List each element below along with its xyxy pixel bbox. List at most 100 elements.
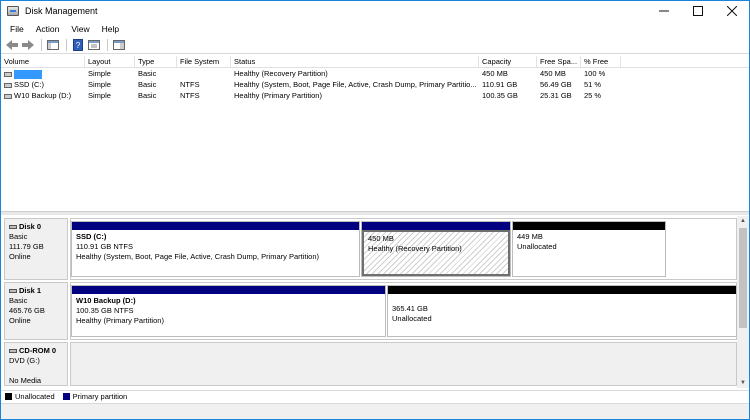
partition-w10-backup-d[interactable]: W10 Backup (D:) 100.35 GB NTFS Healthy (… xyxy=(71,285,386,337)
partition-size: 450 MB xyxy=(368,234,394,243)
disk-1-type: Basic xyxy=(9,296,28,305)
close-button[interactable] xyxy=(715,1,749,21)
partition-status: Unallocated xyxy=(517,242,557,251)
disk-1-label[interactable]: Disk 1 Basic 465.76 GB Online xyxy=(4,282,68,340)
partition-status: Unallocated xyxy=(392,314,432,323)
disk-management-icon xyxy=(7,6,19,16)
table-row[interactable]: W10 Backup (D:) Simple Basic NTFS Health… xyxy=(1,90,749,101)
graphical-disk-view: Disk 0 Basic 111.79 GB Online SSD (C:) 1… xyxy=(4,216,737,388)
partition-title: SSD (C:) xyxy=(76,232,107,241)
volume-icon xyxy=(4,82,12,88)
unallocated-bar xyxy=(388,286,736,294)
svg-text:?: ? xyxy=(76,41,81,50)
pane-splitter[interactable] xyxy=(1,211,749,215)
scroll-up-button[interactable]: ▲ xyxy=(737,216,749,226)
free-space-cell: 56.49 GB xyxy=(540,80,572,89)
show-hide-action-pane-button[interactable] xyxy=(112,38,126,52)
disk-1-state: Online xyxy=(9,316,31,325)
volume-cell: SSD (C:) xyxy=(1,79,85,90)
volume-name: W10 Backup (D:) xyxy=(14,91,72,100)
column-volume[interactable]: Volume xyxy=(1,56,85,67)
partition-size: 100.35 GB NTFS xyxy=(76,306,134,315)
disk-icon xyxy=(9,289,17,293)
menu-help[interactable]: Help xyxy=(96,24,125,34)
status-cell: Healthy (System, Boot, Page File, Active… xyxy=(234,80,477,89)
capacity-cell: 110.91 GB xyxy=(482,80,518,89)
volume-list: Simple Basic Healthy (Recovery Partition… xyxy=(1,68,749,101)
window-title: Disk Management xyxy=(25,6,98,16)
disk-1-name: Disk 1 xyxy=(9,286,63,296)
disk-1-partitions: W10 Backup (D:) 100.35 GB NTFS Healthy (… xyxy=(70,282,737,340)
minimize-button[interactable] xyxy=(647,1,681,21)
menu-view[interactable]: View xyxy=(65,24,95,34)
toolbar-separator xyxy=(66,38,67,51)
partition-legend: Unallocated Primary partition xyxy=(1,390,749,402)
percent-free-cell: 51 % xyxy=(584,80,602,89)
cdrom-0-name: CD-ROM 0 xyxy=(9,346,63,356)
close-icon xyxy=(727,6,737,16)
status-cell: Healthy (Primary Partition) xyxy=(234,91,322,100)
primary-partition-swatch xyxy=(62,393,70,400)
type-cell: Basic xyxy=(138,91,157,100)
partition-size: 110.91 GB NTFS xyxy=(76,242,133,251)
legend-unallocated: Unallocated xyxy=(15,392,55,401)
partition-unallocated-disk0[interactable]: 449 MB Unallocated xyxy=(512,221,666,277)
toolbar-separator xyxy=(107,38,108,51)
help-button[interactable]: ? xyxy=(71,38,85,52)
disk-0-row: Disk 0 Basic 111.79 GB Online SSD (C:) 1… xyxy=(4,218,737,280)
disk-0-name: Disk 0 xyxy=(9,222,63,232)
maximize-button[interactable] xyxy=(681,1,715,21)
unallocated-swatch xyxy=(5,393,12,400)
forward-arrow-icon xyxy=(22,39,34,50)
cdrom-0-state: No Media xyxy=(9,376,42,385)
unallocated-bar xyxy=(513,222,665,230)
partition-status: Healthy (Recovery Partition) xyxy=(368,244,462,253)
back-button[interactable] xyxy=(5,38,19,52)
table-row[interactable]: Simple Basic Healthy (Recovery Partition… xyxy=(1,68,749,79)
partition-recovery[interactable]: 450 MB Healthy (Recovery Partition) xyxy=(361,221,511,277)
disk-1-size: 465.76 GB xyxy=(9,306,45,315)
file-system-cell: NTFS xyxy=(180,80,200,89)
layout-cell: Simple xyxy=(88,91,111,100)
window-controls xyxy=(647,1,749,21)
column-layout[interactable]: Layout xyxy=(85,56,135,67)
volume-list-header: Volume Layout Type File System Status Ca… xyxy=(1,56,749,68)
cdrom-0-label[interactable]: CD-ROM 0 DVD (G:) No Media xyxy=(4,342,68,386)
type-cell: Basic xyxy=(138,69,157,78)
column-file-system[interactable]: File System xyxy=(177,56,231,67)
volume-cell xyxy=(1,68,85,79)
partition-ssd-c[interactable]: SSD (C:) 110.91 GB NTFS Healthy (System,… xyxy=(71,221,360,277)
partition-unallocated-disk1[interactable]: 365.41 GB Unallocated xyxy=(387,285,737,337)
column-capacity[interactable]: Capacity xyxy=(479,56,537,67)
free-space-cell: 25.31 GB xyxy=(540,91,572,100)
properties-button[interactable] xyxy=(87,38,101,52)
menu-action[interactable]: Action xyxy=(30,24,66,34)
disk-0-size: 111.79 GB xyxy=(9,242,44,251)
forward-button[interactable] xyxy=(21,38,35,52)
volume-name: SSD (C:) xyxy=(14,80,44,89)
partition-title: W10 Backup (D:) xyxy=(76,296,136,305)
console-tree-icon xyxy=(47,39,59,50)
layout-cell: Simple xyxy=(88,80,111,89)
graphical-view-scrollbar[interactable]: ▲ ▼ xyxy=(737,216,749,388)
cdrom-0-row: CD-ROM 0 DVD (G:) No Media xyxy=(4,342,737,386)
column-percent-free[interactable]: % Free xyxy=(581,56,621,67)
scroll-down-button[interactable]: ▼ xyxy=(737,378,749,388)
menu-file[interactable]: File xyxy=(4,24,30,34)
table-row[interactable]: SSD (C:) Simple Basic NTFS Healthy (Syst… xyxy=(1,79,749,90)
console-tree-button[interactable] xyxy=(46,38,60,52)
column-status[interactable]: Status xyxy=(231,56,479,67)
toolbar: ? xyxy=(1,36,749,54)
partition-size: 449 MB xyxy=(517,232,543,241)
status-cell: Healthy (Recovery Partition) xyxy=(234,69,328,78)
volume-cell: W10 Backup (D:) xyxy=(1,90,85,101)
scroll-thumb[interactable] xyxy=(739,228,747,328)
title-bar[interactable]: Disk Management xyxy=(1,1,749,21)
column-free-space[interactable]: Free Spa... xyxy=(537,56,581,67)
disk-0-label[interactable]: Disk 0 Basic 111.79 GB Online xyxy=(4,218,68,280)
minimize-icon xyxy=(659,10,669,12)
column-type[interactable]: Type xyxy=(135,56,177,67)
file-system-cell: NTFS xyxy=(180,91,200,100)
partition-size: 365.41 GB xyxy=(392,304,428,313)
